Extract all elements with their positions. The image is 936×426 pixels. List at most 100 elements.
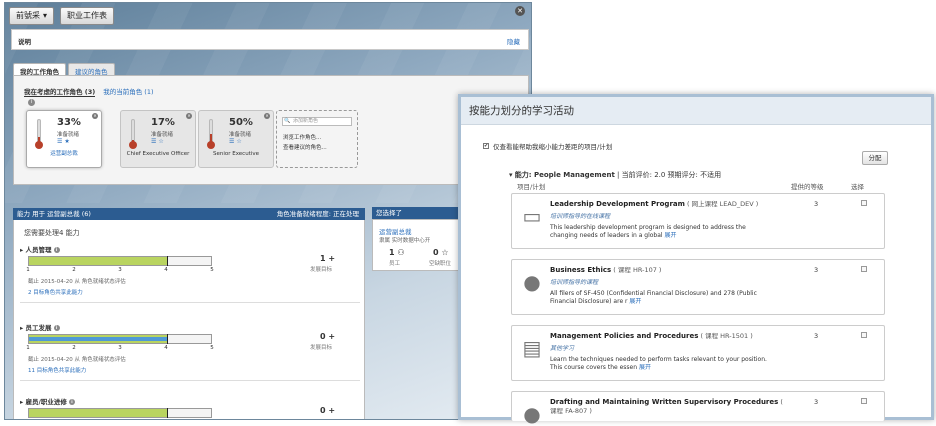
role-card[interactable]: ✕ 50% 准备就绪 ☰ ☆ Senior Executive bbox=[198, 110, 274, 168]
star-outline-icon[interactable]: ☆ bbox=[158, 138, 163, 145]
selected-role-title[interactable]: 运营副总裁 bbox=[379, 226, 412, 236]
tick-label: 3 bbox=[118, 267, 122, 273]
roles-subtabs: 我在考虑的工作角色 (3) 我的当前角色 (1) bbox=[24, 86, 154, 97]
selected-panel: 运营副总裁 隶属 实时数据中心开 1 ⚇ 0 ☆ 员工 空缺职位 bbox=[372, 219, 467, 271]
readiness-label: 准备就绪 bbox=[229, 132, 252, 138]
employee-count: 1 ⚇ bbox=[389, 248, 405, 257]
info-icon[interactable]: i bbox=[53, 325, 60, 331]
capability-title[interactable]: ▸ 雇员/职业进修 i bbox=[20, 396, 75, 406]
filter-checkbox-row[interactable]: ✔ 仅查看能帮助我缩小能力差距的项目/计划 bbox=[483, 141, 612, 151]
capability-date: 截止 2015-04-20 从 角色就绪状态评估 bbox=[28, 279, 126, 285]
item-type: 其他学习 bbox=[550, 345, 575, 352]
subtab-considering[interactable]: 我在考虑的工作角色 (3) bbox=[24, 86, 96, 97]
item-level: 3 bbox=[814, 200, 819, 208]
selected-header: 您选择了 bbox=[372, 207, 467, 219]
capability-ticks: 1 2 3 4 5 bbox=[26, 267, 214, 275]
select-checkbox[interactable] bbox=[861, 266, 867, 272]
role-search-input[interactable]: 添加新角色 bbox=[282, 117, 352, 126]
select-checkbox[interactable] bbox=[861, 200, 867, 206]
remove-icon[interactable]: ✕ bbox=[264, 113, 270, 119]
thermometer-icon bbox=[35, 119, 43, 149]
info-icon[interactable]: i bbox=[68, 399, 75, 405]
tick-label: 5 bbox=[210, 267, 214, 273]
close-icon[interactable]: ✕ bbox=[515, 6, 525, 16]
capability-title[interactable]: ▸ 人员管理 i bbox=[20, 244, 60, 254]
role-name[interactable]: Senior Executive bbox=[201, 151, 271, 158]
item-type: 培训师指导的在线课程 bbox=[550, 213, 611, 220]
list-icon[interactable]: ☰ bbox=[151, 138, 156, 145]
expand-link[interactable]: 展开 bbox=[629, 298, 641, 305]
thermometer-icon bbox=[207, 119, 215, 149]
remove-icon[interactable]: ✕ bbox=[92, 113, 98, 119]
goal-count[interactable]: 0 + bbox=[320, 406, 335, 415]
learning-item: ▤ Management Policies and Procedures ( 课… bbox=[511, 325, 885, 381]
role-card[interactable]: ✕ 33% 准备就绪 ☰ ★ 运营副总裁 bbox=[26, 110, 102, 168]
capability-title[interactable]: ▸ 员工发展 i bbox=[20, 322, 60, 332]
item-title[interactable]: Management Policies and Procedures ( 课程 … bbox=[550, 332, 790, 341]
readiness-percent: 17% bbox=[151, 117, 175, 128]
role-name[interactable]: 运营副总裁 bbox=[29, 151, 99, 158]
column-item: 项目/计划 bbox=[517, 183, 546, 191]
employee-label: 员工 bbox=[389, 261, 401, 267]
person-icon: ● bbox=[523, 402, 541, 426]
description-label: 说明 bbox=[18, 38, 31, 46]
filter-checkbox[interactable]: ✔ bbox=[483, 143, 489, 149]
item-description: This leadership development program is d… bbox=[550, 224, 746, 239]
remove-icon[interactable]: ✕ bbox=[186, 113, 192, 119]
list-icon[interactable]: ☰ bbox=[57, 138, 62, 145]
goal-label: 发展目标 bbox=[310, 267, 333, 273]
expand-link[interactable]: 展开 bbox=[639, 364, 651, 371]
career-worksheet-button[interactable]: 职业工作表 bbox=[60, 7, 115, 25]
tick-label: 2 bbox=[72, 345, 76, 351]
online-course-icon: ▭ bbox=[522, 204, 542, 228]
readiness-label: 准备就绪 bbox=[151, 132, 174, 138]
star-outline-icon[interactable]: ☆ bbox=[236, 138, 241, 145]
chevron-down-icon: ▾ bbox=[43, 11, 48, 20]
learning-item: ▭ Leadership Development Program ( 网上课程 … bbox=[511, 193, 885, 249]
hide-link[interactable]: 隐藏 bbox=[507, 36, 520, 46]
career-worksheet-window: 前號采 ▾ 职业工作表 ✕ 说明 隐藏 我的工作角色 建议的角色 我在考虑的工作角… bbox=[4, 2, 532, 420]
column-select: 选择 bbox=[851, 183, 864, 191]
top-toolbar: 前號采 ▾ 职业工作表 bbox=[9, 7, 115, 25]
capability-bar bbox=[28, 334, 212, 344]
goal-count[interactable]: 1 + bbox=[320, 254, 335, 263]
capability-header-title: 能力 用于 运营副总裁 (6) bbox=[17, 210, 91, 218]
item-description: Learn the techniques needed to perform t… bbox=[550, 356, 767, 371]
user-menu-button[interactable]: 前號采 ▾ bbox=[9, 7, 55, 25]
filter-checkbox-label: 仅查看能帮助我缩小能力差距的项目/计划 bbox=[493, 143, 613, 151]
role-card-icons: ☰ ☆ bbox=[151, 138, 164, 145]
select-checkbox[interactable] bbox=[861, 332, 867, 338]
goal-count[interactable]: 0 + bbox=[320, 332, 335, 341]
item-title[interactable]: Leadership Development Program ( 网上课程 LE… bbox=[550, 200, 790, 209]
vacancy-label: 空缺职位 bbox=[429, 261, 452, 267]
item-title[interactable]: Business Ethics ( 课程 HR-107 ) bbox=[550, 266, 790, 275]
browse-roles-link[interactable]: 浏览工作角色... bbox=[283, 133, 321, 141]
tick-label: 2 bbox=[72, 267, 76, 273]
select-checkbox[interactable] bbox=[861, 398, 867, 404]
subtab-current[interactable]: 我的当前角色 (1) bbox=[103, 86, 153, 97]
info-icon[interactable]: i bbox=[53, 247, 60, 253]
column-level: 提供的等级 bbox=[791, 183, 824, 191]
shared-roles-link[interactable]: 2 目标角色共享此能力 bbox=[28, 288, 83, 296]
distribute-button[interactable]: 分配 bbox=[862, 151, 888, 165]
expand-link[interactable]: 展开 bbox=[665, 232, 677, 239]
list-icon[interactable]: ☰ bbox=[229, 138, 234, 145]
role-name[interactable]: Chief Executive Officer bbox=[123, 151, 193, 158]
item-type: 培训师指导的课程 bbox=[550, 279, 599, 286]
selected-role-sub: 隶属 实时数据中心开 bbox=[379, 238, 431, 244]
info-icon[interactable]: i bbox=[28, 99, 35, 106]
shared-roles-link[interactable]: 11 目标角色共享此能力 bbox=[28, 366, 86, 374]
tick-label: 4 bbox=[164, 345, 168, 351]
role-card[interactable]: ✕ 17% 准备就绪 ☰ ☆ Chief Executive Officer bbox=[120, 110, 196, 168]
item-title[interactable]: Drafting and Maintaining Written Supervi… bbox=[550, 398, 790, 416]
capability-header: 能力 用于 运营副总裁 (6) 角色准备就绪程度: 正在处理 bbox=[13, 208, 365, 220]
tick-label: 3 bbox=[118, 345, 122, 351]
readiness-percent: 50% bbox=[229, 117, 253, 128]
document-icon: ▤ bbox=[522, 336, 542, 360]
item-description: All filers of SF-450 (Confidential Finan… bbox=[550, 290, 757, 305]
view-suggested-link[interactable]: 查看建议的角色... bbox=[283, 143, 327, 151]
readiness-label: 准备就绪 bbox=[57, 132, 80, 138]
learning-item: ● Business Ethics ( 课程 HR-107 ) 培训师指导的课程… bbox=[511, 259, 885, 315]
capability-panel: 您需要处理4 能力 ▸ 人员管理 i 1 2 3 4 5 截止 2015-04-20 从 … bbox=[13, 220, 365, 419]
star-icon[interactable]: ★ bbox=[64, 138, 69, 145]
